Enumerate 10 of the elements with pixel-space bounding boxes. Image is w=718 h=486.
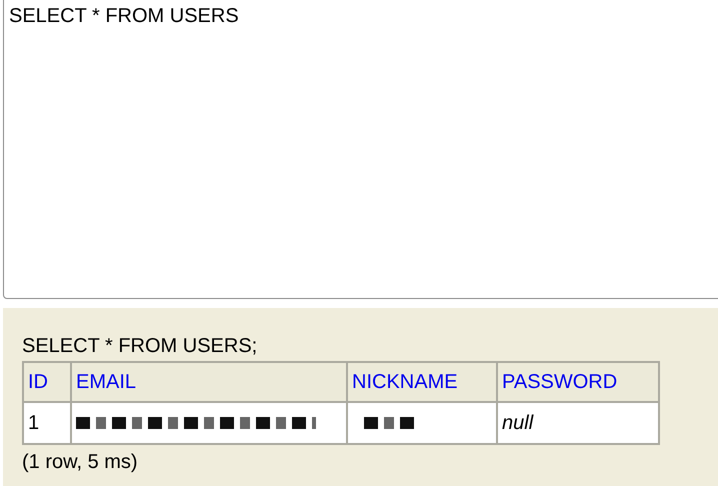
column-header[interactable]: ID — [23, 362, 71, 402]
column-header[interactable]: PASSWORD — [497, 362, 659, 402]
redacted-block — [364, 417, 414, 429]
executed-statement: SELECT * FROM USERS; — [22, 334, 258, 358]
table-cell: 1 — [23, 402, 71, 444]
sql-query-field[interactable]: SELECT * FROM USERS — [3, 0, 718, 299]
table-cell: null — [497, 402, 659, 444]
result-summary: (1 row, 5 ms) — [22, 451, 139, 474]
column-header[interactable]: EMAIL — [71, 362, 347, 402]
column-header[interactable]: NICKNAME — [347, 362, 497, 402]
